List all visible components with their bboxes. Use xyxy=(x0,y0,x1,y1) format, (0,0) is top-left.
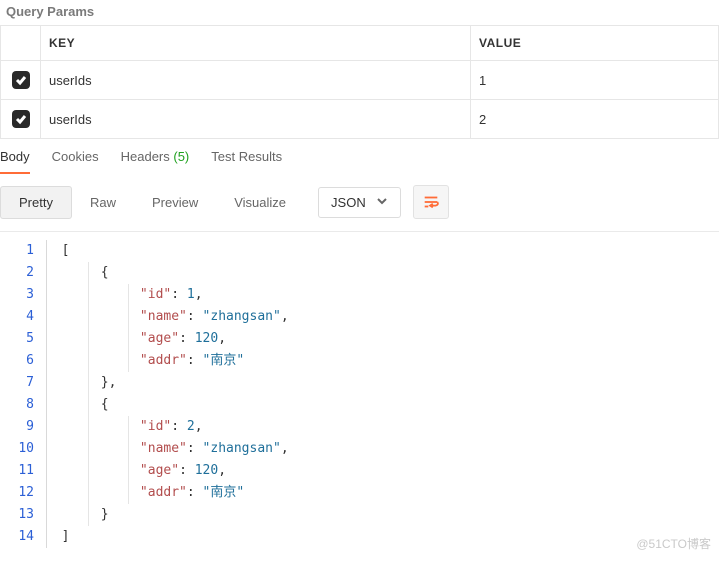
checkbox[interactable] xyxy=(12,110,30,128)
code-line: 11 "age": 120, xyxy=(0,460,719,482)
line-number: 7 xyxy=(0,372,46,394)
param-key[interactable]: userIds xyxy=(41,61,471,100)
wrap-lines-button[interactable] xyxy=(413,185,449,219)
view-raw[interactable]: Raw xyxy=(72,187,134,218)
col-check xyxy=(1,26,41,61)
format-select[interactable]: JSON xyxy=(318,187,401,218)
param-value[interactable]: 2 xyxy=(471,100,719,139)
tab-body[interactable]: Body xyxy=(0,149,30,174)
code-content: { xyxy=(46,394,719,416)
response-body[interactable]: 1 [2 {3 "id": 1,4 "name": "zhangsan",5 "… xyxy=(0,232,719,556)
view-visualize[interactable]: Visualize xyxy=(216,187,304,218)
code-content: ] xyxy=(46,526,719,548)
checkbox[interactable] xyxy=(12,71,30,89)
line-number: 12 xyxy=(0,482,46,504)
response-toolbar: Pretty Raw Preview Visualize JSON xyxy=(0,175,719,232)
code-content: "addr": "南京" xyxy=(46,482,719,504)
code-line: 6 "addr": "南京" xyxy=(0,350,719,372)
code-line: 7 }, xyxy=(0,372,719,394)
tab-headers[interactable]: Headers (5) xyxy=(121,149,190,174)
view-preview[interactable]: Preview xyxy=(134,187,216,218)
code-line: 14 ] xyxy=(0,526,719,548)
tab-headers-count: (5) xyxy=(173,149,189,164)
tab-test-results[interactable]: Test Results xyxy=(211,149,282,174)
param-key[interactable]: userIds xyxy=(41,100,471,139)
code-content: "name": "zhangsan", xyxy=(46,438,719,460)
line-number: 14 xyxy=(0,526,46,548)
code-content: }, xyxy=(46,372,719,394)
tab-cookies[interactable]: Cookies xyxy=(52,149,99,174)
code-line: 2 { xyxy=(0,262,719,284)
code-content: "addr": "南京" xyxy=(46,350,719,372)
param-value[interactable]: 1 xyxy=(471,61,719,100)
code-line: 4 "name": "zhangsan", xyxy=(0,306,719,328)
line-number: 10 xyxy=(0,438,46,460)
query-params-table: KEY VALUE userIds1userIds2 xyxy=(0,25,719,139)
line-number: 11 xyxy=(0,460,46,482)
line-number: 13 xyxy=(0,504,46,526)
code-line: 10 "name": "zhangsan", xyxy=(0,438,719,460)
code-content: [ xyxy=(46,240,719,262)
code-content: "id": 1, xyxy=(46,284,719,306)
line-number: 5 xyxy=(0,328,46,350)
tab-headers-label: Headers xyxy=(121,149,170,164)
code-line: 13 } xyxy=(0,504,719,526)
format-select-label: JSON xyxy=(331,195,366,210)
line-number: 8 xyxy=(0,394,46,416)
line-number: 2 xyxy=(0,262,46,284)
chevron-down-icon xyxy=(376,195,388,210)
line-number: 4 xyxy=(0,306,46,328)
code-content: { xyxy=(46,262,719,284)
view-pretty[interactable]: Pretty xyxy=(0,186,72,219)
col-value: VALUE xyxy=(471,26,719,61)
code-line: 9 "id": 2, xyxy=(0,416,719,438)
code-content: "id": 2, xyxy=(46,416,719,438)
code-content: "age": 120, xyxy=(46,328,719,350)
line-number: 3 xyxy=(0,284,46,306)
code-content: "name": "zhangsan", xyxy=(46,306,719,328)
code-line: 3 "id": 1, xyxy=(0,284,719,306)
watermark: @51CTO博客 xyxy=(636,535,711,552)
col-key: KEY xyxy=(41,26,471,61)
code-content: } xyxy=(46,504,719,526)
line-number: 1 xyxy=(0,240,46,262)
code-line: 12 "addr": "南京" xyxy=(0,482,719,504)
line-number: 9 xyxy=(0,416,46,438)
code-line: 1 [ xyxy=(0,240,719,262)
line-number: 6 xyxy=(0,350,46,372)
code-line: 8 { xyxy=(0,394,719,416)
section-title: Query Params xyxy=(0,0,719,23)
code-content: "age": 120, xyxy=(46,460,719,482)
code-line: 5 "age": 120, xyxy=(0,328,719,350)
table-row: userIds2 xyxy=(1,100,719,139)
response-tabs: Body Cookies Headers (5) Test Results xyxy=(0,139,719,175)
table-row: userIds1 xyxy=(1,61,719,100)
